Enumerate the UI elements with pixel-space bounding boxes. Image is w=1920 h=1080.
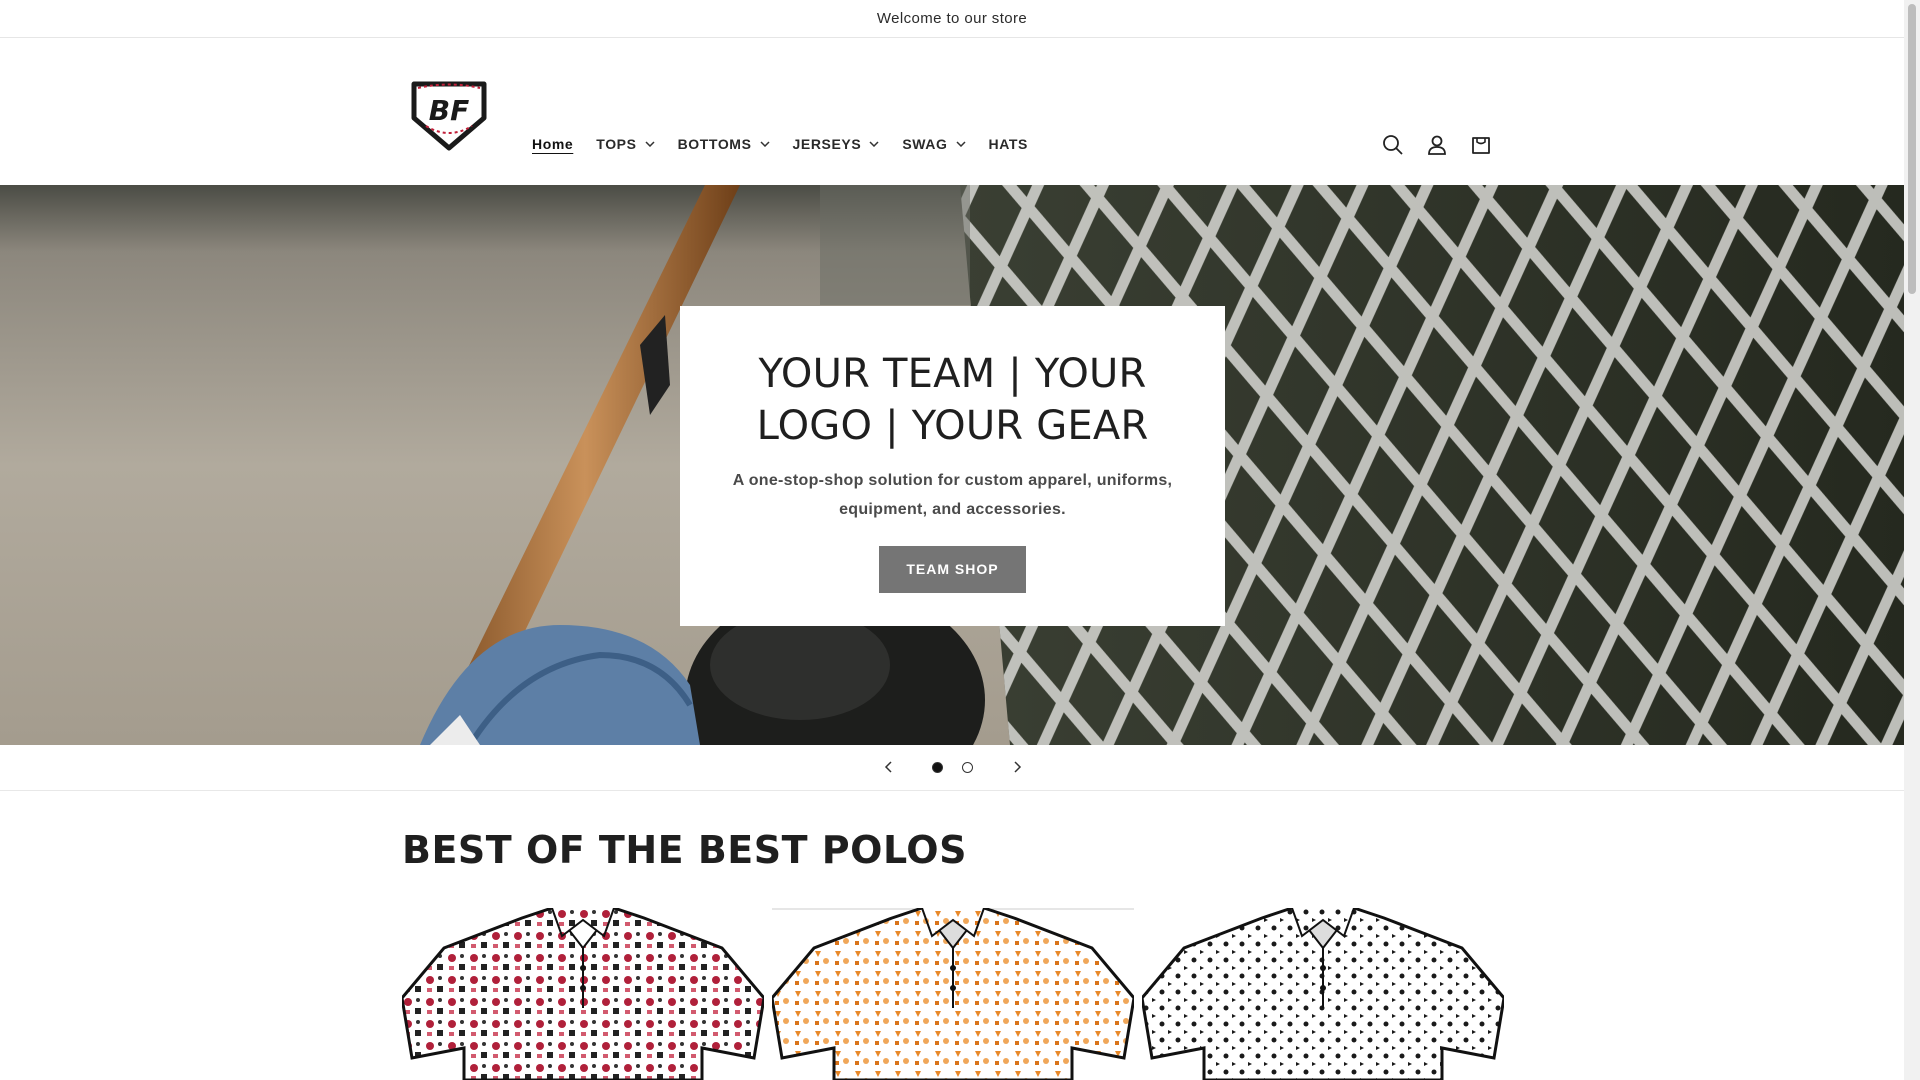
chevron-down-icon [645,141,655,147]
chevron-down-icon [869,141,879,147]
nav-home[interactable]: Home [532,136,573,152]
nav-label: SWAG [902,136,948,152]
polo-image [1142,908,1504,1080]
collection-title: BEST OF THE BEST POLOS [402,828,967,872]
site-header: BF Home TOPS BOTTOMS JERSEYS SWAG HATS [0,38,1904,184]
polo-image [402,908,764,1080]
polo-image [772,908,1134,1080]
cart-icon[interactable] [1470,134,1492,156]
header-actions [1382,134,1492,156]
nav-label: TOPS [596,136,637,152]
hero-subtitle: A one-stop-shop solution for custom appa… [732,472,1173,518]
announcement-bar: Welcome to our store [0,0,1904,38]
slider-controls [0,745,1904,791]
chevron-down-icon [759,141,770,147]
nav-swag[interactable]: SWAG [902,136,966,152]
nav-bottoms[interactable]: BOTTOMS [678,136,770,152]
nav-tops[interactable]: TOPS [596,136,655,152]
team-shop-button[interactable]: TEAM SHOP [879,546,1026,593]
hero-slideshow: YOUR TEAM | YOUR LOGO | YOUR GEAR A one-… [0,185,1904,745]
store-logo[interactable]: BF [408,78,490,152]
search-icon[interactable] [1382,134,1404,156]
chevron-left-icon[interactable] [882,760,896,779]
slide-dot-1[interactable] [932,762,943,773]
nav-hats[interactable]: HATS [989,136,1028,152]
product-card[interactable] [1142,908,1504,1080]
nav-label: JERSEYS [792,136,862,152]
chevron-right-icon[interactable] [1010,760,1024,779]
hero-title: YOUR TEAM | YOUR LOGO | YOUR GEAR [756,351,1149,449]
account-icon[interactable] [1426,134,1448,156]
main-nav: Home TOPS BOTTOMS JERSEYS SWAG HATS [532,136,1051,152]
announcement-text: Welcome to our store [876,10,1028,27]
nav-label: BOTTOMS [677,136,752,152]
chevron-down-icon [955,141,966,147]
nav-jerseys[interactable]: JERSEYS [793,136,880,152]
slide-dot-2[interactable] [962,762,973,773]
logo-text: BF [429,94,469,127]
scrollbar[interactable] [1904,0,1920,1080]
hero-content-card: YOUR TEAM | YOUR LOGO | YOUR GEAR A one-… [680,306,1225,626]
nav-label: Home [532,136,574,152]
nav-label: HATS [988,136,1028,152]
scrollbar-thumb[interactable] [1908,4,1916,294]
page: Welcome to our store BF Home TOPS BOTTOM… [0,0,1904,1080]
product-card[interactable] [402,908,764,1080]
product-card[interactable] [772,908,1134,1080]
